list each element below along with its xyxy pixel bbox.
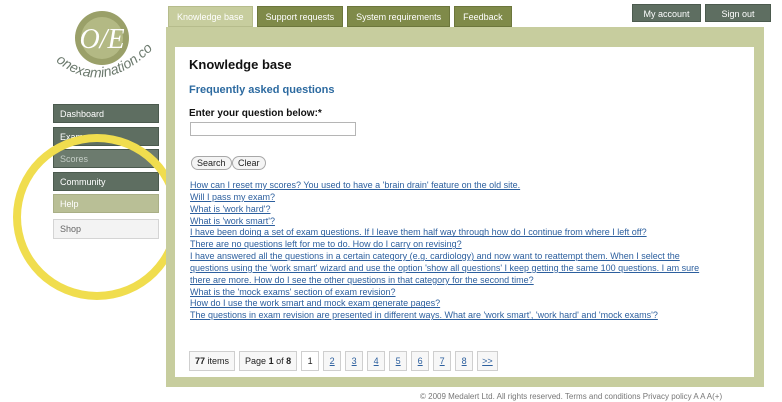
page-3-link[interactable]: 3 (345, 351, 364, 371)
faq-list: How can I reset my scores? You used to h… (190, 180, 752, 322)
top-tabs: Knowledge base Support requests System r… (168, 6, 516, 27)
page-indicator: Page 1 of 8 (239, 351, 298, 371)
faq-link[interactable]: The questions in exam revision are prese… (190, 310, 752, 322)
tab-support-requests[interactable]: Support requests (256, 6, 344, 27)
faq-link[interactable]: I have been doing a set of exam question… (190, 227, 752, 239)
tab-knowledge-base[interactable]: Knowledge base (168, 6, 253, 27)
faq-link[interactable]: There are no questions left for me to do… (190, 239, 752, 251)
pagination: 77 items Page 1 of 8 1 2 3 4 5 6 7 8 >> (189, 351, 502, 371)
page-5-link[interactable]: 5 (389, 351, 408, 371)
question-input[interactable] (190, 122, 356, 136)
sidebar-nav: Dashboard Exams Scores Community Help Sh… (53, 104, 159, 243)
sidebar-item-exams[interactable]: Exams (53, 126, 159, 146)
sidebar-item-scores[interactable]: Scores (53, 149, 159, 168)
site-logo[interactable]: O/E onexamination.com (46, 8, 161, 96)
faq-link[interactable]: What is the 'mock exams' section of exam… (190, 287, 752, 299)
question-label: Enter your question below:* (189, 108, 322, 119)
page-title: Knowledge base (189, 57, 292, 72)
page-7-link[interactable]: 7 (433, 351, 452, 371)
logo-monogram: O/E (79, 24, 124, 55)
faq-link[interactable]: What is 'work smart'? (190, 216, 752, 228)
footer-text: © 2009 Medalert Ltd. All rights reserved… (420, 392, 723, 401)
faq-link[interactable]: How can I reset my scores? You used to h… (190, 180, 752, 192)
page-1-link[interactable]: 1 (301, 351, 320, 371)
faq-link[interactable]: How do I use the work smart and mock exa… (190, 298, 752, 310)
faq-link[interactable]: questions using the 'work smart' wizard … (190, 263, 752, 275)
faq-link[interactable]: I have answered all the questions in a c… (190, 251, 752, 263)
sidebar-item-help[interactable]: Help (53, 194, 159, 213)
sidebar-item-community[interactable]: Community (53, 171, 159, 191)
page-8-link[interactable]: 8 (455, 351, 474, 371)
page-2-link[interactable]: 2 (323, 351, 342, 371)
clear-button[interactable]: Clear (232, 156, 266, 170)
sidebar-item-dashboard[interactable]: Dashboard (53, 104, 159, 123)
tab-feedback[interactable]: Feedback (454, 6, 512, 27)
faq-link[interactable]: there are more. How do I see the other q… (190, 275, 752, 287)
search-button[interactable]: Search (191, 156, 232, 170)
page-6-link[interactable]: 6 (411, 351, 430, 371)
next-page-link[interactable]: >> (477, 351, 498, 371)
my-account-button[interactable]: My account (632, 4, 701, 22)
page-4-link[interactable]: 4 (367, 351, 386, 371)
tab-system-requirements[interactable]: System requirements (347, 6, 451, 27)
sign-out-button[interactable]: Sign out (705, 4, 771, 22)
content-panel: Knowledge base Frequently asked question… (166, 27, 764, 387)
sidebar-item-shop[interactable]: Shop (53, 219, 159, 239)
faq-link[interactable]: Will I pass my exam? (190, 192, 752, 204)
knowledge-base-card: Knowledge base Frequently asked question… (175, 47, 754, 377)
faq-heading: Frequently asked questions (189, 84, 335, 96)
faq-link[interactable]: What is 'work hard'? (190, 204, 752, 216)
items-count: 77 items (189, 351, 236, 371)
